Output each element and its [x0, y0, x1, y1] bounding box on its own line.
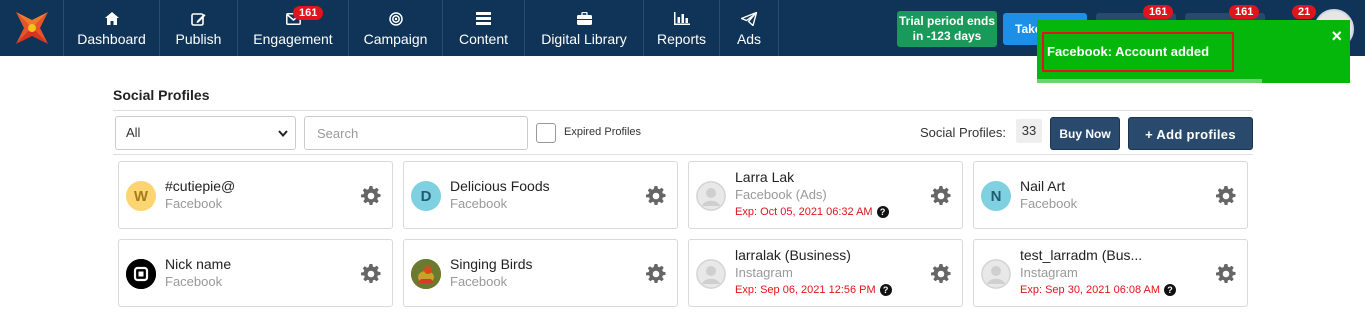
profile-card[interactable]: Larra Lak Facebook (Ads) Exp: Oct 05, 20… — [688, 161, 963, 229]
buy-now-button[interactable]: Buy Now — [1050, 117, 1120, 150]
profile-platform: Instagram — [735, 265, 793, 280]
profile-avatar: W — [126, 181, 156, 211]
gear-icon[interactable] — [361, 186, 381, 206]
main-nav: Dashboard Publish Engagement 161 Campaig… — [64, 0, 779, 56]
nav-label: Dashboard — [77, 30, 146, 47]
nav-label: Digital Library — [541, 30, 627, 47]
gear-icon[interactable] — [646, 186, 666, 206]
profile-card[interactable]: D Delicious Foods Facebook — [403, 161, 678, 229]
nav-label: Reports — [656, 30, 707, 47]
profile-card[interactable]: Nick name Facebook — [118, 239, 393, 307]
logo-icon — [15, 12, 48, 44]
nav-label: Engagement — [253, 30, 333, 47]
divider — [113, 154, 1253, 155]
profile-card[interactable]: N Nail Art Facebook — [973, 161, 1248, 229]
profile-name: test_larradm (Bus... — [1020, 247, 1143, 263]
add-profiles-button[interactable]: + Add profiles — [1128, 117, 1253, 150]
profile-avatar: D — [411, 181, 441, 211]
close-icon[interactable]: × — [1331, 27, 1342, 45]
trial-line-2: in -123 days — [912, 29, 982, 43]
gear-icon[interactable] — [1216, 186, 1236, 206]
profile-filter-select[interactable]: All — [115, 116, 296, 150]
paper-plane-icon — [741, 11, 757, 26]
divider — [113, 110, 1253, 111]
profile-expiry: Exp: Sep 06, 2021 12:56 PM? — [735, 284, 892, 296]
square-logo-icon — [126, 259, 156, 289]
nav-label: Content — [458, 30, 509, 47]
toast-notification: Facebook: Account added × — [1037, 20, 1350, 83]
nav-dashboard[interactable]: Dashboard — [64, 0, 160, 56]
nav-content[interactable]: Content — [443, 0, 525, 56]
profile-expiry: Exp: Sep 30, 2021 06:08 AM? — [1020, 284, 1177, 296]
toast-progress-bar — [1037, 79, 1262, 83]
notification-badge-2: 161 — [1229, 5, 1260, 19]
select-value: All — [126, 125, 141, 140]
nav-digital-library[interactable]: Digital Library — [525, 0, 644, 56]
profile-platform: Facebook — [165, 274, 223, 289]
nav-label: Publish — [175, 30, 222, 47]
chevron-down-icon — [278, 117, 288, 149]
profile-name: Singing Birds — [450, 256, 533, 272]
profile-name: Delicious Foods — [450, 178, 550, 194]
help-icon[interactable]: ? — [1164, 284, 1177, 296]
profile-platform: Facebook — [165, 196, 223, 211]
profile-name: Nick name — [165, 256, 232, 272]
trial-banner[interactable]: Trial period ends in -123 days — [897, 11, 997, 47]
nav-engagement[interactable]: Engagement 161 — [238, 0, 349, 56]
gear-icon[interactable] — [931, 186, 951, 206]
trial-line-1: Trial period ends — [898, 14, 996, 28]
user-placeholder-icon — [696, 181, 726, 211]
profile-name: Larra Lak — [735, 169, 795, 185]
expired-profiles-checkbox[interactable] — [536, 123, 556, 143]
bar-chart-icon — [673, 12, 690, 25]
gear-icon[interactable] — [361, 264, 381, 284]
expiry-text: Exp: Sep 06, 2021 12:56 PM — [735, 284, 876, 296]
nav-label: Campaign — [363, 30, 428, 47]
profile-name: #cutiepie@ — [165, 178, 236, 194]
profile-platform: Facebook (Ads) — [735, 187, 827, 202]
expired-profiles-label: Expired Profiles — [564, 126, 642, 138]
target-icon — [388, 11, 403, 26]
profile-platform: Facebook — [450, 274, 508, 289]
nav-ads[interactable]: Ads — [720, 0, 779, 56]
user-placeholder-icon — [696, 259, 726, 289]
profile-card[interactable]: Singing Birds Facebook — [403, 239, 678, 307]
profile-avatar: N — [981, 181, 1011, 211]
notification-badge-3: 21 — [1292, 5, 1317, 19]
notification-badge-1: 161 — [1143, 5, 1174, 19]
user-placeholder-icon — [981, 259, 1011, 289]
gear-icon[interactable] — [1216, 264, 1236, 284]
expiry-text: Exp: Oct 05, 2021 06:32 AM — [735, 206, 873, 218]
toast-message: Facebook: Account added — [1042, 32, 1234, 72]
profile-card[interactable]: W #cutiepie@ Facebook — [118, 161, 393, 229]
brand-logo[interactable] — [0, 0, 64, 56]
profiles-count: 33 — [1016, 119, 1042, 143]
profile-name: Nail Art — [1020, 178, 1066, 194]
profiles-count-label: Social Profiles: — [920, 125, 1006, 140]
nav-campaign[interactable]: Campaign — [349, 0, 443, 56]
nav-publish[interactable]: Publish — [160, 0, 238, 56]
profile-platform: Facebook — [1020, 196, 1078, 211]
nav-label: Ads — [736, 30, 762, 47]
help-icon[interactable]: ? — [876, 206, 889, 218]
briefcase-icon — [576, 12, 592, 25]
profile-expiry: Exp: Oct 05, 2021 06:32 AM? — [735, 206, 889, 218]
profile-card[interactable]: test_larradm (Bus... Instagram Exp: Sep … — [973, 239, 1248, 307]
gear-icon[interactable] — [646, 264, 666, 284]
profile-name: larralak (Business) — [735, 247, 851, 263]
profile-card[interactable]: larralak (Business) Instagram Exp: Sep 0… — [688, 239, 963, 307]
home-icon — [104, 12, 119, 25]
page-title: Social Profiles — [113, 87, 210, 103]
bird-photo-avatar — [411, 259, 441, 289]
nav-reports[interactable]: Reports — [644, 0, 720, 56]
gear-icon[interactable] — [931, 264, 951, 284]
help-icon[interactable]: ? — [879, 284, 892, 296]
expiry-text: Exp: Sep 30, 2021 06:08 AM — [1020, 284, 1161, 296]
edit-icon — [191, 12, 206, 26]
notification-badge: 161 — [293, 6, 324, 20]
profile-platform: Instagram — [1020, 265, 1078, 280]
list-icon — [476, 12, 491, 25]
search-input[interactable] — [304, 116, 528, 150]
profile-platform: Facebook — [450, 196, 508, 211]
